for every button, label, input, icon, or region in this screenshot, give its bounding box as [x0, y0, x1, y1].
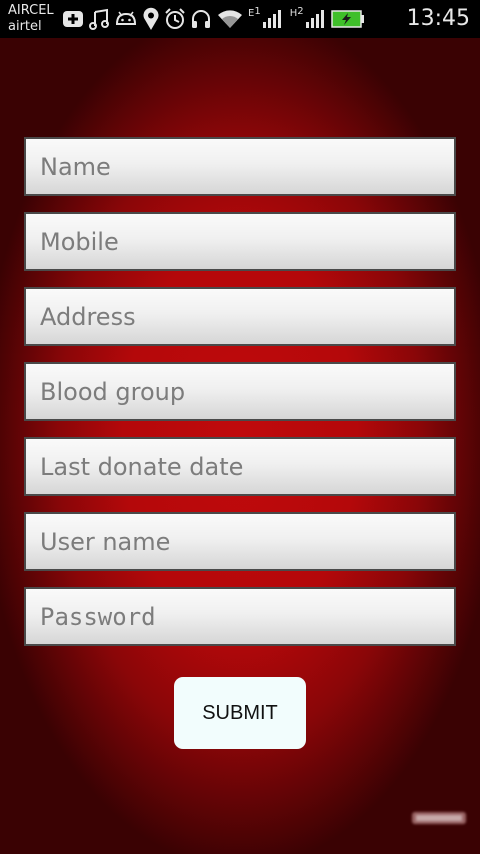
carrier-1: AIRCEL: [8, 3, 54, 18]
mobile-field[interactable]: [24, 212, 456, 271]
network-1-sim: 1: [254, 5, 261, 17]
user-name-input[interactable]: [40, 514, 454, 569]
alarm-icon: [164, 8, 186, 30]
name-input[interactable]: [40, 139, 454, 194]
status-bar: AIRCEL airtel E 1 H 2 13:45: [0, 0, 480, 38]
blood-group-input[interactable]: [40, 364, 454, 419]
network-2-sim: 2: [297, 5, 304, 17]
name-field[interactable]: [24, 137, 456, 196]
carrier-2: airtel: [8, 19, 42, 34]
user-name-field[interactable]: [24, 512, 456, 571]
clock: 13:45: [406, 6, 470, 31]
submit-button[interactable]: SUBMIT: [174, 677, 306, 749]
registration-screen: SUBMIT: [0, 38, 480, 854]
blood-group-field[interactable]: [24, 362, 456, 421]
location-icon: [142, 7, 160, 31]
address-input[interactable]: [40, 289, 454, 344]
carrier-names: AIRCEL airtel: [8, 3, 54, 35]
mobile-input[interactable]: [40, 214, 454, 269]
last-donate-date-input[interactable]: [40, 439, 454, 494]
password-input[interactable]: [40, 589, 454, 644]
add-icon: [62, 9, 84, 29]
network-2-type: H: [289, 7, 298, 19]
wifi-icon: [216, 8, 244, 30]
signal-icon: [262, 9, 282, 29]
signal-icon: [305, 9, 325, 29]
headphones-icon: [190, 8, 212, 30]
password-field[interactable]: [24, 587, 456, 646]
android-icon: [114, 10, 138, 28]
notification-icons: E 1 H 2: [62, 6, 369, 32]
battery-charging-icon: [330, 10, 365, 28]
last-donate-date-field[interactable]: [24, 437, 456, 496]
music-icon: [88, 8, 110, 30]
address-field[interactable]: [24, 287, 456, 346]
watermark-logo: [412, 812, 466, 824]
